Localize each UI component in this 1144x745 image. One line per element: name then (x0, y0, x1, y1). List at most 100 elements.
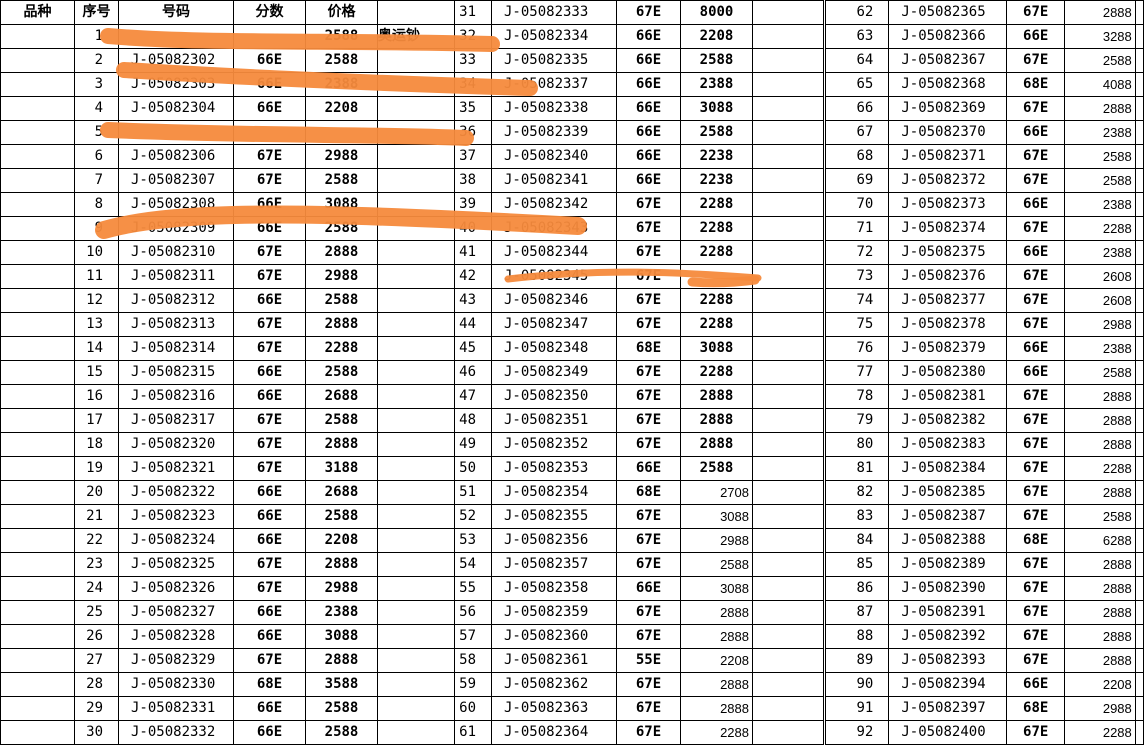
code-cell[interactable]: J-05082373 (888, 192, 1008, 217)
seq-cell[interactable]: 49 (454, 432, 492, 457)
score-cell[interactable]: 67E (233, 264, 306, 289)
empty-cell[interactable] (1134, 528, 1144, 553)
empty-cell[interactable] (752, 192, 824, 217)
empty-cell[interactable] (1134, 168, 1144, 193)
category-cell[interactable] (0, 120, 75, 145)
score-cell[interactable]: 67E (1006, 456, 1066, 481)
seq-cell[interactable]: 46 (454, 360, 492, 385)
seq-cell[interactable]: 77 (824, 360, 890, 385)
seq-cell[interactable]: 12 (74, 288, 119, 313)
price-cell[interactable]: 2288 (680, 720, 753, 745)
seq-cell[interactable]: 23 (74, 552, 119, 577)
note-cell[interactable] (377, 432, 455, 457)
score-cell[interactable]: 66E (1006, 336, 1066, 361)
code-cell[interactable]: J-05082359 (491, 600, 617, 625)
price-cell[interactable]: 2288 (1064, 216, 1136, 241)
empty-cell[interactable] (1134, 360, 1144, 385)
header-note[interactable] (377, 0, 455, 25)
category-cell[interactable] (0, 360, 75, 385)
score-cell[interactable]: 68E (616, 480, 681, 505)
seq-cell[interactable]: 17 (74, 408, 119, 433)
note-cell[interactable] (377, 456, 455, 481)
score-cell[interactable]: 66E (233, 624, 306, 649)
price-cell[interactable]: 2888 (1064, 408, 1136, 433)
empty-cell[interactable] (752, 144, 824, 169)
code-cell[interactable]: J-05082371 (888, 144, 1008, 169)
code-cell[interactable]: J-05082337 (491, 72, 617, 97)
price-cell[interactable]: 2988 (680, 528, 753, 553)
score-cell[interactable]: 67E (616, 288, 681, 313)
score-cell[interactable]: 67E (616, 528, 681, 553)
note-cell[interactable] (377, 240, 455, 265)
score-cell[interactable]: 67E (616, 600, 681, 625)
score-cell[interactable]: 66E (233, 360, 306, 385)
score-cell[interactable]: 67E (1006, 624, 1066, 649)
score-cell[interactable]: 67E (1006, 48, 1066, 73)
code-cell[interactable]: J-05082385 (888, 480, 1008, 505)
price-cell[interactable]: 6288 (1064, 528, 1136, 553)
seq-cell[interactable]: 18 (74, 432, 119, 457)
code-cell[interactable]: J-05082397 (888, 696, 1008, 721)
price-cell[interactable]: 2888 (1064, 600, 1136, 625)
price-cell[interactable]: 2588 (305, 408, 378, 433)
code-cell[interactable]: J-05082378 (888, 312, 1008, 337)
price-cell[interactable]: 2688 (305, 384, 378, 409)
category-cell[interactable] (0, 648, 75, 673)
seq-cell[interactable]: 80 (824, 432, 890, 457)
score-cell[interactable]: 67E (233, 240, 306, 265)
header-score[interactable]: 分数 (233, 0, 306, 25)
note-cell[interactable] (377, 288, 455, 313)
score-cell[interactable]: 67E (616, 360, 681, 385)
seq-cell[interactable]: 31 (454, 0, 492, 25)
price-cell[interactable]: 3188 (305, 456, 378, 481)
seq-cell[interactable]: 88 (824, 624, 890, 649)
empty-cell[interactable] (1134, 264, 1144, 289)
price-cell[interactable]: 2988 (1064, 312, 1136, 337)
score-cell[interactable]: 67E (1006, 312, 1066, 337)
score-cell[interactable]: 67E (233, 456, 306, 481)
seq-cell[interactable]: 61 (454, 720, 492, 745)
price-cell[interactable]: 2388 (680, 72, 753, 97)
price-cell[interactable]: 2588 (305, 168, 378, 193)
score-cell[interactable]: 67E (616, 0, 681, 25)
category-cell[interactable] (0, 408, 75, 433)
code-cell[interactable]: J-05082325 (118, 552, 234, 577)
seq-cell[interactable]: 19 (74, 456, 119, 481)
code-cell[interactable]: J-05082340 (491, 144, 617, 169)
empty-cell[interactable] (752, 312, 824, 337)
seq-cell[interactable]: 13 (74, 312, 119, 337)
score-cell[interactable]: 67E (233, 432, 306, 457)
score-cell[interactable]: 67E (233, 552, 306, 577)
code-cell[interactable]: J-05082339 (491, 120, 617, 145)
score-cell[interactable]: 68E (1006, 696, 1066, 721)
empty-cell[interactable] (752, 480, 824, 505)
price-cell[interactable]: 2208 (305, 96, 378, 121)
price-cell[interactable]: 2588 (1064, 144, 1136, 169)
seq-cell[interactable]: 62 (824, 0, 890, 25)
code-cell[interactable]: J-05082389 (888, 552, 1008, 577)
seq-cell[interactable]: 73 (824, 264, 890, 289)
price-cell[interactable]: 2888 (305, 648, 378, 673)
note-cell[interactable] (377, 576, 455, 601)
score-cell[interactable]: 66E (233, 96, 306, 121)
price-cell[interactable]: 2588 (305, 504, 378, 529)
seq-cell[interactable]: 21 (74, 504, 119, 529)
price-cell[interactable]: 2588 (305, 696, 378, 721)
price-cell[interactable] (680, 264, 753, 289)
seq-cell[interactable]: 55 (454, 576, 492, 601)
empty-cell[interactable] (1134, 288, 1144, 313)
price-cell[interactable]: 2238 (680, 168, 753, 193)
empty-cell[interactable] (1134, 0, 1144, 25)
empty-cell[interactable] (752, 264, 824, 289)
seq-cell[interactable]: 50 (454, 456, 492, 481)
seq-cell[interactable]: 57 (454, 624, 492, 649)
price-cell[interactable]: 2588 (305, 720, 378, 745)
code-cell[interactable]: J-05082315 (118, 360, 234, 385)
score-cell[interactable]: 67E (616, 192, 681, 217)
empty-cell[interactable] (752, 552, 824, 577)
seq-cell[interactable]: 43 (454, 288, 492, 313)
category-cell[interactable] (0, 504, 75, 529)
price-cell[interactable]: 8000 (680, 0, 753, 25)
code-cell[interactable]: J-05082322 (118, 480, 234, 505)
price-cell[interactable]: 2708 (680, 480, 753, 505)
